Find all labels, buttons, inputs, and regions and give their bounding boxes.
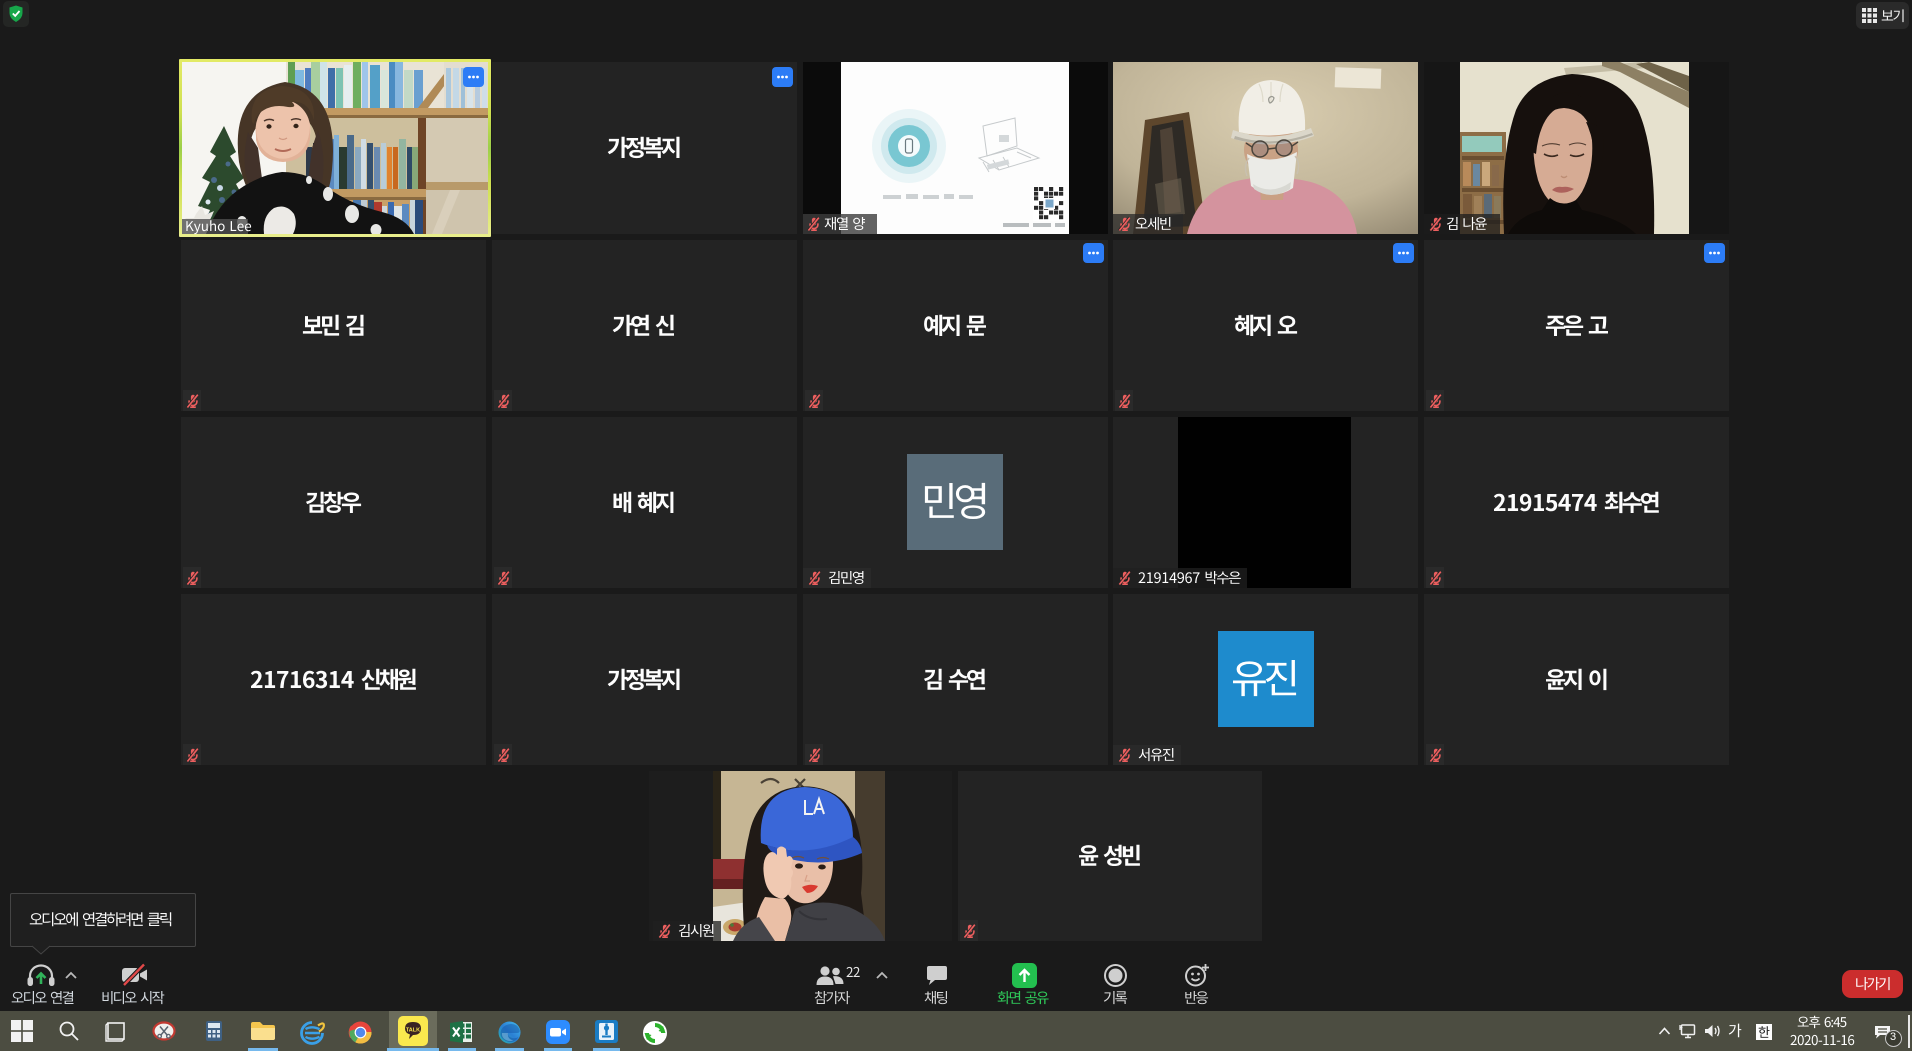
- svg-text:TALK: TALK: [406, 1028, 420, 1034]
